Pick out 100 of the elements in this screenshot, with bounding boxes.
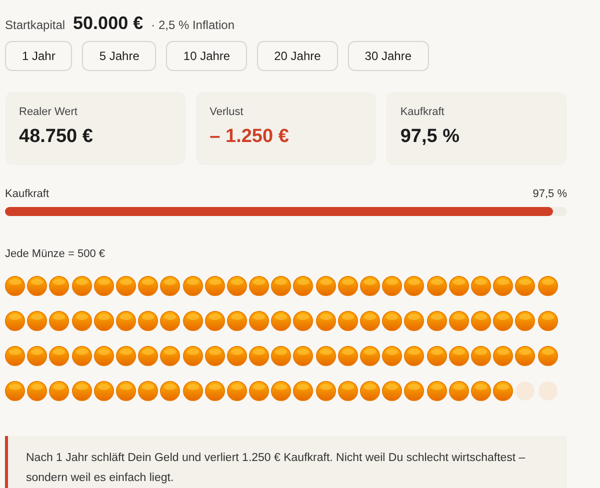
coin-icon xyxy=(404,311,424,331)
coin-icon xyxy=(182,311,202,331)
coin-icon xyxy=(249,311,270,331)
coin-icon xyxy=(538,276,558,296)
coin-icon xyxy=(515,311,536,331)
coin-icon xyxy=(404,381,424,401)
stat-label: Realer Wert xyxy=(19,105,78,120)
coin-icon xyxy=(448,276,469,296)
coin-icon xyxy=(138,276,158,296)
coin-icon xyxy=(360,346,380,366)
coin-icon xyxy=(226,276,247,296)
coin-icon xyxy=(94,346,114,366)
period-button[interactable]: 20 Jahre xyxy=(257,41,338,71)
coin-icon xyxy=(160,311,180,331)
coin-icon xyxy=(72,276,92,296)
period-button[interactable]: 30 Jahre xyxy=(348,41,428,71)
period-button[interactable]: 5 Jahre xyxy=(82,41,156,71)
coin-icon xyxy=(27,276,48,296)
coin-icon xyxy=(94,381,114,401)
faded-coin-icon xyxy=(538,381,558,401)
stat-value: – 1.250 € xyxy=(210,124,290,148)
coin-icon xyxy=(249,276,270,296)
period-button[interactable]: 10 Jahre xyxy=(166,41,248,71)
coin-icon xyxy=(204,311,225,331)
coin-icon xyxy=(382,276,402,296)
coin-icon xyxy=(338,381,358,401)
coin-icon xyxy=(116,311,136,331)
faded-coin-icon xyxy=(515,381,536,401)
coin-icon xyxy=(382,311,402,331)
coin-icon xyxy=(470,381,491,401)
coin-icon xyxy=(49,381,70,401)
coin-icon xyxy=(204,346,225,366)
coin-icon xyxy=(160,346,180,366)
coin-icon xyxy=(49,311,70,331)
header-label: Startkapital xyxy=(5,17,66,34)
coin-icon xyxy=(515,276,536,296)
coin-icon xyxy=(316,311,336,331)
coin-icon xyxy=(293,311,314,331)
coin-icon xyxy=(5,276,25,296)
coin-icon xyxy=(226,311,247,331)
coin-icon xyxy=(182,276,202,296)
bar-label: Kaufkraft xyxy=(5,187,50,202)
coin-icon xyxy=(27,346,48,366)
coin-icon xyxy=(271,381,292,401)
coin-icon xyxy=(426,346,447,366)
coin-icon xyxy=(226,346,247,366)
coin-icon xyxy=(138,311,158,331)
coin-icon xyxy=(470,276,491,296)
coin-icon xyxy=(338,311,358,331)
period-button[interactable]: 1 Jahr xyxy=(5,41,72,71)
coin-icon xyxy=(138,346,158,366)
coin-icon xyxy=(316,276,336,296)
coin-icon xyxy=(515,346,536,366)
coin-icon xyxy=(160,381,180,401)
coin-icon xyxy=(204,381,225,401)
coin-icon xyxy=(49,276,70,296)
message-text: Nach 1 Jahr schläft Dein Geld und verliert 1.250 € Kaufkraft. Nicht weil Du schlecht wirtschaftest – sondern weil es einfach liegt. xyxy=(26,451,526,486)
coin-icon xyxy=(5,346,25,366)
stat-value: 48.750 € xyxy=(19,124,94,148)
coin-icon xyxy=(360,276,380,296)
coin-icon xyxy=(448,381,469,401)
coin-icon xyxy=(271,311,292,331)
coin-icon xyxy=(182,381,202,401)
coin-icon xyxy=(493,276,514,296)
coin-icon xyxy=(338,276,358,296)
coin-icon xyxy=(470,346,491,366)
coin-icon xyxy=(293,381,314,401)
coin-icon xyxy=(94,311,114,331)
coin-icon xyxy=(538,346,558,366)
coin-icon xyxy=(470,311,491,331)
coin-icon xyxy=(404,346,424,366)
coin-icon xyxy=(72,311,92,331)
coin-icon xyxy=(448,346,469,366)
coin-icon xyxy=(72,381,92,401)
coin-icon xyxy=(426,311,447,331)
stat-label: Verlust xyxy=(210,105,244,120)
coin-icon xyxy=(338,346,358,366)
coin-caption: Jede Münze = 500 € xyxy=(5,246,106,262)
coin-icon xyxy=(271,346,292,366)
coin-icon xyxy=(72,346,92,366)
coin-icon xyxy=(448,311,469,331)
coin-icon xyxy=(426,381,447,401)
coin-icon xyxy=(27,311,48,331)
coin-icon xyxy=(94,276,114,296)
coin-icon xyxy=(271,276,292,296)
coin-icon xyxy=(138,381,158,401)
coin-icon xyxy=(360,311,380,331)
coin-icon xyxy=(204,276,225,296)
coin-icon xyxy=(116,346,136,366)
coin-icon xyxy=(293,346,314,366)
coin-icon xyxy=(182,346,202,366)
coin-icon xyxy=(49,346,70,366)
starting-capital: 50.000 € xyxy=(73,12,144,35)
bar-reading: 97,5 % xyxy=(532,187,567,202)
inflation-note: · 2,5 % Inflation xyxy=(151,17,234,34)
coin-icon xyxy=(316,381,336,401)
coin-icon xyxy=(293,276,314,296)
coin-icon xyxy=(360,381,380,401)
coin-icon xyxy=(404,276,424,296)
coin-icon xyxy=(493,311,514,331)
